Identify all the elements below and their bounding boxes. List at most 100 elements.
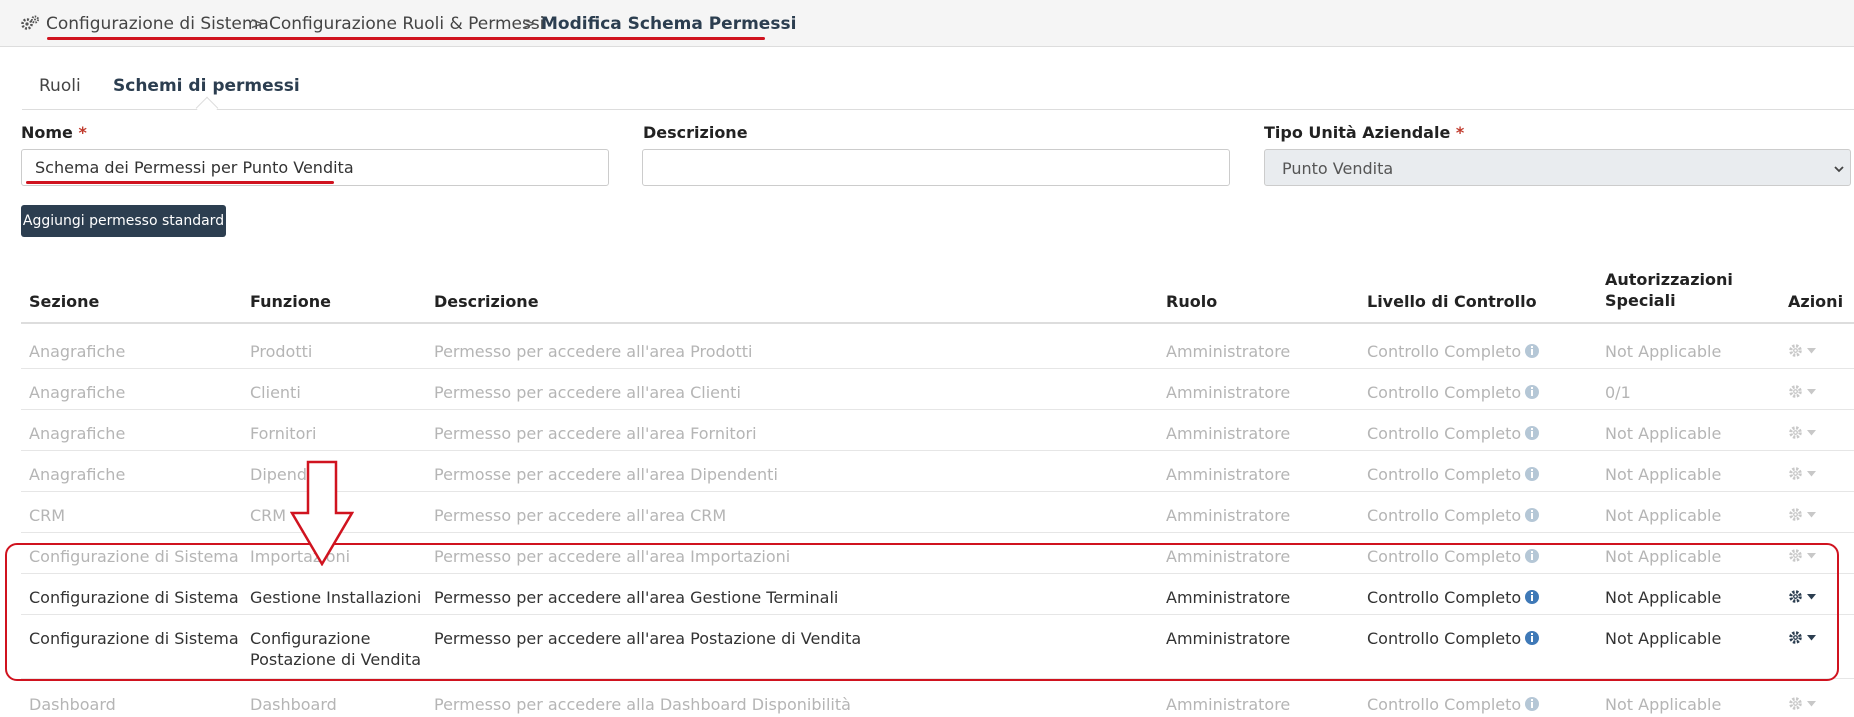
cell-special-auth: Not Applicable (1605, 465, 1722, 484)
row-actions-dropdown[interactable] (1788, 343, 1816, 358)
cell-section: Anagrafiche (29, 342, 126, 361)
cell-control-level: Controllo Completo (1367, 382, 1540, 403)
cell-control-level: Controllo Completo (1367, 341, 1540, 362)
cell-section: Dashboard (29, 695, 116, 714)
add-standard-permission-button[interactable]: Aggiungi permesso standard (21, 205, 226, 237)
cell-control-level: Controllo Completo (1367, 546, 1540, 567)
cell-description: Permesso per accedere all'area CRM (434, 506, 727, 525)
cell-special-auth: Not Applicable (1605, 506, 1722, 525)
cell-special-auth: Not Applicable (1605, 695, 1722, 714)
cell-role: Amministratore (1166, 424, 1291, 443)
table-row[interactable]: Anagrafiche Prodotti Permesso per accedere… (21, 328, 1854, 369)
tab-roles[interactable]: Ruoli (39, 76, 81, 96)
row-actions-dropdown[interactable] (1788, 384, 1816, 399)
annotation-underline (47, 37, 765, 40)
info-circle-icon[interactable] (1525, 344, 1540, 358)
cell-role: Amministratore (1166, 383, 1291, 402)
caret-down-icon (1807, 470, 1816, 476)
description-field[interactable] (642, 149, 1230, 186)
info-circle-icon[interactable] (1525, 508, 1540, 522)
gear-icon (1789, 631, 1802, 644)
col-header-actions: Azioni (1788, 292, 1844, 311)
cell-description: Permesso per accedere all'area Clienti (434, 383, 741, 402)
annotation-arrow-down-icon (290, 460, 354, 566)
cell-special-auth: Not Applicable (1605, 588, 1722, 607)
cell-section: Anagrafiche (29, 383, 126, 402)
cell-special-auth: Not Applicable (1605, 424, 1722, 443)
info-circle-icon[interactable] (1525, 385, 1540, 399)
chevron-down-icon (1834, 166, 1844, 173)
table-row[interactable]: Anagrafiche Clienti Permesso per accedere … (21, 369, 1854, 410)
cell-description: Permesso per accedere all'area Importazi… (434, 547, 791, 566)
cell-section: Configurazione di Sistema (29, 547, 239, 566)
row-actions-dropdown[interactable] (1788, 630, 1816, 645)
name-label: Nome * (21, 123, 87, 142)
gear-icon (1789, 467, 1802, 480)
cell-function: Configurazione Postazione di Vendita (250, 629, 422, 669)
col-header-section[interactable]: Sezione (29, 291, 99, 312)
breadcrumb-item-current: Modifica Schema Permessi (541, 14, 797, 34)
col-header-control-level[interactable]: Livello di Controllo (1367, 291, 1537, 312)
table-row[interactable]: Configurazione di Sistema Gestione Instal… (21, 574, 1854, 615)
col-header-description[interactable]: Descrizione (434, 291, 539, 312)
gear-icon (1789, 426, 1802, 439)
cell-section: Configurazione di Sistema (29, 629, 239, 648)
row-actions-dropdown[interactable] (1788, 696, 1816, 711)
info-circle-icon[interactable] (1525, 697, 1540, 711)
row-actions-dropdown[interactable] (1788, 466, 1816, 481)
gear-icon (1789, 344, 1802, 357)
cell-section: Anagrafiche (29, 465, 126, 484)
caret-down-icon (1807, 429, 1816, 435)
breadcrumb-separator: > (250, 14, 265, 34)
cell-role: Amministratore (1166, 588, 1291, 607)
col-header-role[interactable]: Ruolo (1166, 291, 1217, 312)
info-circle-icon[interactable] (1525, 467, 1540, 481)
col-header-special-auth[interactable]: Autorizzazioni Speciali (1605, 269, 1733, 311)
gear-icon (1789, 508, 1802, 521)
breadcrumb-item-roles-permissions[interactable]: Configurazione Ruoli & Permessi (269, 14, 544, 34)
cell-function: Gestione Installazioni (250, 588, 422, 607)
table-row[interactable]: Anagrafiche Fornitori Permesso per acceder… (21, 410, 1854, 451)
cell-function: DashboardDisponibilità (250, 695, 349, 717)
breadcrumb-item-system-config[interactable]: Configurazione di Sistema (46, 14, 269, 34)
table-row[interactable]: Configurazione di Sistema Configurazione P… (21, 615, 1854, 679)
cell-special-auth: 0/1 (1605, 383, 1631, 402)
tab-bar: Ruoli Schemi di permessi (22, 56, 1854, 120)
cell-section: Anagrafiche (29, 424, 126, 443)
info-circle-icon[interactable] (1525, 426, 1540, 440)
table-row[interactable]: Dashboard DashboardDisponibilità Permesso … (21, 681, 1854, 717)
row-actions-dropdown[interactable] (1788, 425, 1816, 440)
unit-type-select[interactable]: Punto Vendita (1264, 149, 1851, 186)
gear-icon (1789, 697, 1802, 710)
cell-function: Clienti (250, 383, 301, 402)
cell-description: Permosse per accedere all'area Dipendent… (434, 465, 778, 484)
cell-description: Permesso per accedere all'area Prodotti (434, 342, 753, 361)
col-header-function[interactable]: Funzione (250, 291, 331, 312)
cell-description: Permesso per accedere all'area Gestione … (434, 588, 839, 607)
row-actions-dropdown[interactable] (1788, 507, 1816, 522)
cogs-icon (21, 15, 39, 30)
row-actions-dropdown[interactable] (1788, 589, 1816, 604)
caret-down-icon (1807, 700, 1816, 706)
cell-special-auth: Not Applicable (1605, 342, 1722, 361)
cell-section: CRM (29, 506, 66, 525)
cell-role: Amministratore (1166, 506, 1291, 525)
caret-down-icon (1807, 552, 1816, 558)
cell-role: Amministratore (1166, 342, 1291, 361)
description-label: Descrizione (643, 123, 748, 142)
cell-control-level: Controllo Completo (1367, 464, 1540, 485)
info-circle-icon[interactable] (1525, 549, 1540, 563)
row-actions-dropdown[interactable] (1788, 548, 1816, 563)
gear-icon (1789, 385, 1802, 398)
cell-role: Amministratore (1166, 547, 1291, 566)
cell-control-level: Controllo Completo (1367, 587, 1540, 608)
cell-role: Amministratore (1166, 695, 1291, 714)
cell-description: Permesso per accedere alla Dashboard Dis… (434, 695, 851, 714)
cell-role: Amministratore (1166, 629, 1291, 648)
cell-section: Configurazione di Sistema (29, 588, 239, 607)
tab-permission-schemes[interactable]: Schemi di permessi (113, 76, 300, 96)
info-circle-icon[interactable] (1525, 590, 1540, 604)
gear-icon (1789, 549, 1802, 562)
info-circle-icon[interactable] (1525, 631, 1540, 645)
cell-special-auth: Not Applicable (1605, 547, 1722, 566)
